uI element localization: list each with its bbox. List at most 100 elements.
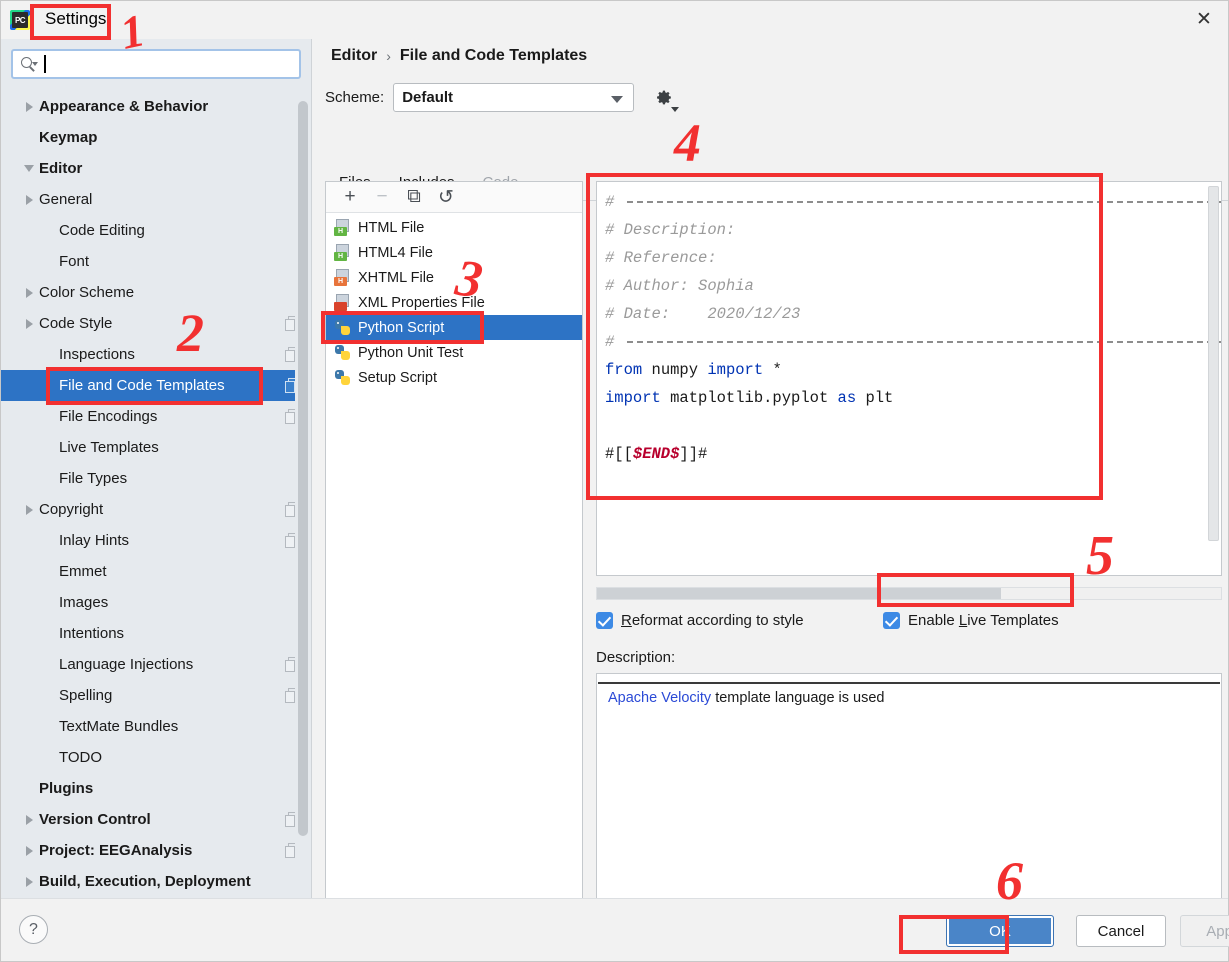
copy-template-icon[interactable]: ⧉ xyxy=(400,185,428,209)
code-token-plain: * xyxy=(763,361,782,379)
sidebar-item-copyright[interactable]: Copyright xyxy=(1,494,295,525)
apache-velocity-link[interactable]: Apache Velocity xyxy=(608,690,711,706)
template-list-item[interactable]: H HTML File xyxy=(326,215,582,240)
copy-settings-icon[interactable] xyxy=(285,502,295,517)
sidebar-item-version-control[interactable]: Version Control xyxy=(1,804,295,835)
search-box[interactable] xyxy=(11,49,301,79)
copy-settings-icon[interactable] xyxy=(285,378,295,393)
code-token-kw: as xyxy=(837,389,857,407)
template-list-item[interactable]: Python Script xyxy=(326,315,582,340)
sidebar-item-spelling[interactable]: Spelling xyxy=(1,680,295,711)
close-icon[interactable]: ✕ xyxy=(1182,2,1226,36)
live-templates-checkbox-box[interactable] xyxy=(883,612,900,629)
editor-horizontal-scrollbar[interactable] xyxy=(596,587,1222,600)
sidebar-item-live-templates[interactable]: Live Templates xyxy=(1,432,295,463)
copy-settings-icon[interactable] xyxy=(285,316,295,331)
scheme-dropdown[interactable]: Default xyxy=(393,83,635,112)
sidebar-item-editor[interactable]: Editor xyxy=(1,153,295,184)
code-comment-rule: # xyxy=(605,188,1221,216)
sidebar-item-label: Code Style xyxy=(39,315,113,332)
sidebar-scrollbar-thumb[interactable] xyxy=(298,101,308,836)
chevron-right-icon[interactable] xyxy=(19,308,39,339)
description-text: Apache Velocity template language is use… xyxy=(608,690,885,706)
sidebar-item-code-editing[interactable]: Code Editing xyxy=(1,215,295,246)
ok-button[interactable]: OK xyxy=(946,915,1054,947)
template-list-item-label: XHTML File xyxy=(358,269,434,286)
chevron-right-icon[interactable] xyxy=(19,866,39,897)
code-hash: # xyxy=(605,333,615,351)
chevron-right-icon[interactable] xyxy=(19,494,39,525)
copy-settings-icon[interactable] xyxy=(285,409,295,424)
copy-settings-icon[interactable] xyxy=(285,657,295,672)
template-list-item[interactable]: Setup Script xyxy=(326,365,582,390)
editor-vertical-scrollbar[interactable] xyxy=(1208,186,1219,571)
editor-hscroll-thumb[interactable] xyxy=(597,588,1001,599)
sidebar-item-inlay-hints[interactable]: Inlay Hints xyxy=(1,525,295,556)
template-list-item[interactable]: Python Unit Test xyxy=(326,340,582,365)
live-mnemonic: L xyxy=(958,612,968,629)
search-input[interactable] xyxy=(39,51,299,77)
sidebar-item-general[interactable]: General xyxy=(1,184,295,215)
chevron-right-icon[interactable] xyxy=(19,835,39,866)
sidebar-item-code-style[interactable]: Code Style xyxy=(1,308,295,339)
template-list-item[interactable]: XML Properties File xyxy=(326,290,582,315)
help-button[interactable]: ? xyxy=(19,915,48,944)
chevron-right-icon[interactable] xyxy=(19,804,39,835)
reset-template-icon[interactable]: ↺ xyxy=(432,185,460,209)
sidebar-item-plugins[interactable]: Plugins xyxy=(1,773,295,804)
chevron-down-icon[interactable] xyxy=(19,153,39,184)
sidebar-item-font[interactable]: Font xyxy=(1,246,295,277)
copy-settings-icon[interactable] xyxy=(285,688,295,703)
chevron-right-icon[interactable] xyxy=(19,184,39,215)
copy-settings-icon[interactable] xyxy=(285,533,295,548)
code-token-plain: numpy xyxy=(642,361,708,379)
sidebar-item-inspections[interactable]: Inspections xyxy=(1,339,295,370)
sidebar-item-emmet[interactable]: Emmet xyxy=(1,556,295,587)
sidebar-item-textmate-bundles[interactable]: TextMate Bundles xyxy=(1,711,295,742)
enable-live-templates-checkbox[interactable]: Enable Live Templates xyxy=(883,612,1059,629)
sidebar-item-keymap[interactable]: Keymap xyxy=(1,122,295,153)
code-line: import matplotlib.pyplot as plt xyxy=(605,384,1199,412)
reformat-checkbox-box[interactable] xyxy=(596,612,613,629)
sidebar-item-intentions[interactable]: Intentions xyxy=(1,618,295,649)
sidebar-item-build-execution-deployment[interactable]: Build, Execution, Deployment xyxy=(1,866,295,897)
copy-settings-icon[interactable] xyxy=(285,843,295,858)
cancel-button[interactable]: Cancel xyxy=(1076,915,1166,947)
editor-options-row: Reformat according to style Enable Live … xyxy=(596,612,1228,638)
sidebar-item-label: Inspections xyxy=(59,346,135,363)
search-icon[interactable] xyxy=(19,55,38,73)
sidebar-item-todo[interactable]: TODO xyxy=(1,742,295,773)
sidebar-item-label: TextMate Bundles xyxy=(59,718,179,735)
sidebar-item-file-encodings[interactable]: File Encodings xyxy=(1,401,295,432)
gear-icon[interactable] xyxy=(651,85,680,112)
copy-settings-icon[interactable] xyxy=(285,347,295,362)
reformat-checkbox[interactable]: Reformat according to style xyxy=(596,612,804,629)
template-list-item[interactable]: H HTML4 File xyxy=(326,240,582,265)
chevron-right-icon[interactable] xyxy=(19,277,39,308)
sidebar-item-images[interactable]: Images xyxy=(1,587,295,618)
sidebar-item-file-and-code-templates[interactable]: File and Code Templates xyxy=(1,370,295,401)
breadcrumb-parent[interactable]: Editor xyxy=(331,47,377,65)
sidebar-item-file-types[interactable]: File Types xyxy=(1,463,295,494)
sidebar-item-appearance-behavior[interactable]: Appearance & Behavior xyxy=(1,91,295,122)
template-list-item[interactable]: H XHTML File xyxy=(326,265,582,290)
template-code[interactable]: # # Description: # Reference: # Author: Sop… xyxy=(605,188,1221,468)
editor-vscroll-thumb[interactable] xyxy=(1208,186,1219,541)
chevron-right-icon[interactable] xyxy=(19,91,39,122)
sidebar-scrollbar[interactable] xyxy=(298,101,308,871)
chevron-down-icon xyxy=(611,96,624,103)
live-templates-checkbox-label: Enable Live Templates xyxy=(908,612,1059,629)
add-template-icon[interactable]: + xyxy=(336,185,364,209)
sidebar-item-label: Appearance & Behavior xyxy=(39,98,209,115)
scheme-value: Default xyxy=(402,89,454,106)
settings-sidebar: Appearance & Behavior Keymap Editor General… xyxy=(1,39,312,898)
sidebar-item-color-scheme[interactable]: Color Scheme xyxy=(1,277,295,308)
settings-content: Editor › File and Code Templates Scheme:… xyxy=(313,39,1228,929)
copy-settings-icon[interactable] xyxy=(285,812,295,827)
template-editor[interactable]: # # Description: # Reference: # Author: Sop… xyxy=(596,181,1222,576)
breadcrumb-current: File and Code Templates xyxy=(399,47,588,64)
sidebar-item-language-injections[interactable]: Language Injections xyxy=(1,649,295,680)
sidebar-item-project-eeganalysis[interactable]: Project: EEGAnalysis xyxy=(1,835,295,866)
sidebar-item-label: Font xyxy=(59,253,90,270)
